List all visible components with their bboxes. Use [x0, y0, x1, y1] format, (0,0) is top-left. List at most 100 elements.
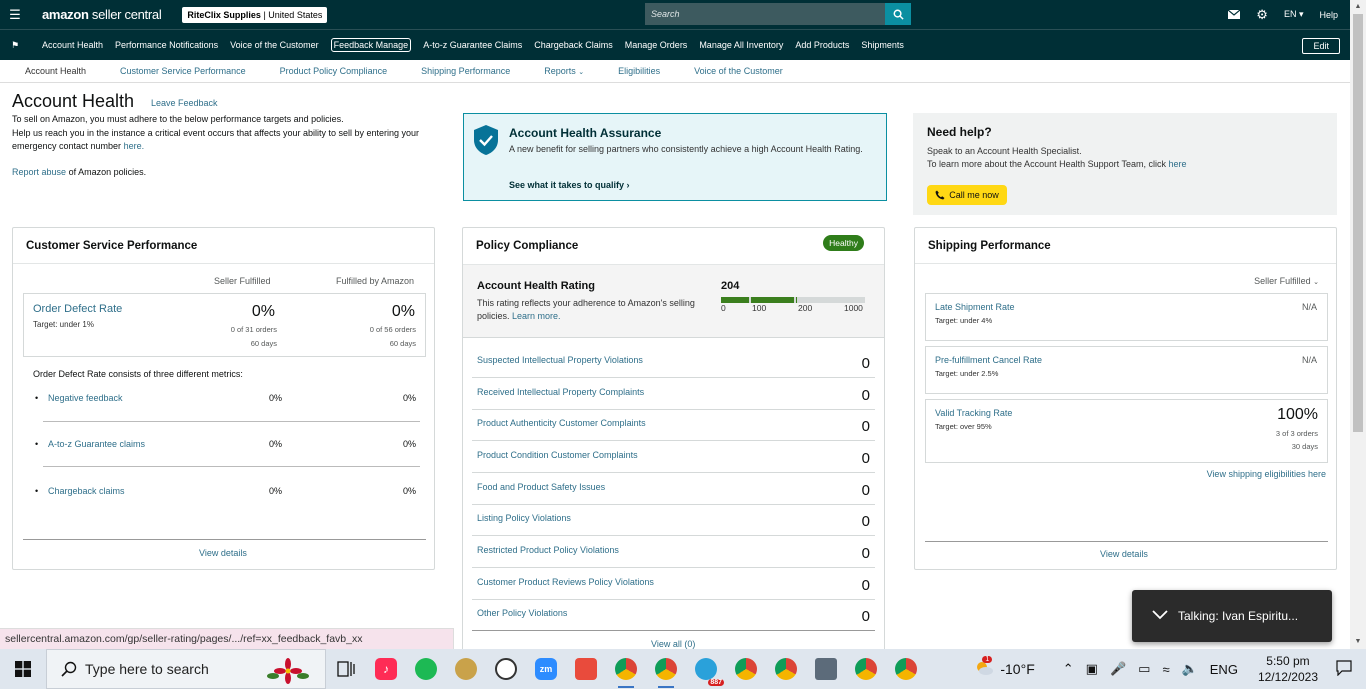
microphone-icon[interactable]: 🎤 [1110, 661, 1126, 677]
suspected-ip-violations-link[interactable]: Suspected Intellectual Property Violatio… [477, 355, 643, 365]
taskbar-search-input[interactable] [77, 661, 247, 677]
wifi-icon[interactable]: ≈ [1162, 662, 1169, 677]
shipping-eligibilities-link[interactable]: View shipping eligibilities here [1207, 469, 1326, 479]
nav-atoz-claims[interactable]: A-to-z Guarantee Claims [423, 40, 522, 50]
tracking-rate-box: Valid Tracking Rate Target: over 95% 100… [925, 399, 1328, 463]
subnav-product-policy[interactable]: Product Policy Compliance [280, 66, 388, 76]
windows-start-icon[interactable] [0, 649, 46, 689]
weather-icon[interactable]: 1 [974, 655, 994, 679]
taskbar-search[interactable] [46, 649, 326, 689]
view-all-link[interactable]: View all (0) [651, 639, 695, 649]
learn-more-link[interactable]: Learn more. [512, 311, 561, 321]
valid-tracking-rate-link[interactable]: Valid Tracking Rate [935, 408, 1012, 418]
call-me-now-button[interactable]: Call me now [927, 185, 1007, 205]
policy-count: 0 [861, 513, 870, 530]
csp-view-details-link[interactable]: View details [199, 548, 247, 558]
ahr-tick: 1000 [844, 303, 863, 313]
condition-complaints-link[interactable]: Product Condition Customer Complaints [477, 450, 638, 460]
emergency-contact-link[interactable]: here. [124, 141, 145, 151]
reviews-policy-violations-link[interactable]: Customer Product Reviews Policy Violatio… [477, 577, 654, 587]
chrome-profile-icon[interactable] [726, 649, 766, 689]
nav-manage-orders[interactable]: Manage Orders [625, 40, 688, 50]
negative-feedback-link[interactable]: Negative feedback [48, 393, 123, 403]
calculator-icon[interactable] [806, 649, 846, 689]
odr-link[interactable]: Order Defect Rate [33, 303, 122, 315]
received-ip-complaints-link[interactable]: Received Intellectual Property Complaint… [477, 387, 644, 397]
search-button[interactable] [885, 3, 911, 25]
search-input[interactable] [645, 9, 885, 19]
subnav-eligibilities[interactable]: Eligibilities [618, 66, 660, 76]
nav-feedback-manager[interactable]: Feedback Manage [330, 38, 412, 52]
mail-icon[interactable] [1228, 10, 1241, 19]
food-safety-issues-link[interactable]: Food and Product Safety Issues [477, 482, 605, 492]
language-label: EN [1283, 9, 1297, 19]
subnav-shipping[interactable]: Shipping Performance [421, 66, 510, 76]
windows-taskbar: ♪ zm 887 1 -10°F ⌃ ▣ 🎤 ▭ ≈ 🔈 ENG 5:50 pm… [0, 649, 1366, 689]
call-notification[interactable]: Talking: Ivan Espiritu... [1132, 590, 1332, 642]
leave-feedback-link[interactable]: Leave Feedback [151, 98, 218, 108]
nav-account-health[interactable]: Account Health [42, 40, 103, 50]
chrome-profile-icon[interactable] [846, 649, 886, 689]
notification-icon[interactable] [1336, 659, 1352, 679]
menu-icon[interactable]: ☰ [0, 0, 30, 29]
restricted-product-violations-link[interactable]: Restricted Product Policy Violations [477, 545, 619, 555]
page-scrollbar[interactable]: ▲ ▼ [1350, 0, 1366, 649]
policy-row: Food and Product Safety Issues 0 [463, 473, 884, 505]
nav-shipments[interactable]: Shipments [861, 40, 904, 50]
listing-policy-violations-link[interactable]: Listing Policy Violations [477, 513, 571, 523]
zoom-icon[interactable]: zm [526, 649, 566, 689]
subnav-voice-of-customer[interactable]: Voice of the Customer [694, 66, 783, 76]
report-abuse-link[interactable]: Report abuse [12, 167, 66, 177]
clock[interactable]: 5:50 pm 12/12/2023 [1258, 653, 1318, 685]
shipping-view-details-link[interactable]: View details [1100, 549, 1148, 559]
chargeback-claims-link[interactable]: Chargeback claims [48, 486, 125, 496]
qualify-link[interactable]: See what it takes to qualify › [509, 180, 630, 190]
input-language[interactable]: ENG [1210, 662, 1238, 677]
task-view-icon[interactable] [326, 649, 366, 689]
scrollbar-thumb[interactable] [1353, 14, 1363, 432]
chevron-up-icon[interactable]: ⌃ [1063, 661, 1074, 677]
support-team-link[interactable]: here [1168, 159, 1186, 169]
subnav-reports[interactable]: Reports ⌄ [544, 66, 584, 76]
scroll-up-arrow-icon[interactable]: ▲ [1350, 0, 1366, 14]
fulfillment-filter-dropdown[interactable]: Seller Fulfilled ⌄ [1254, 276, 1319, 286]
other-policy-violations-link[interactable]: Other Policy Violations [477, 608, 567, 618]
chrome-profile-icon[interactable] [766, 649, 806, 689]
nav-performance-notifications[interactable]: Performance Notifications [115, 40, 218, 50]
game-app-icon[interactable] [446, 649, 486, 689]
paint-icon[interactable] [566, 649, 606, 689]
late-shipment-rate-link[interactable]: Late Shipment Rate [935, 302, 1015, 312]
help-link[interactable]: Help [1319, 10, 1338, 20]
chrome-profile-icon[interactable] [646, 649, 686, 689]
subnav-account-health[interactable]: Account Health [25, 66, 86, 76]
edit-nav-button[interactable]: Edit [1302, 38, 1340, 54]
bookmark-icon[interactable]: ⚑ [0, 40, 30, 51]
chrome-profile-icon[interactable] [886, 649, 926, 689]
language-selector[interactable]: EN ▾ [1284, 9, 1304, 20]
store-switcher[interactable]: RiteClix Supplies | United States [182, 6, 328, 23]
atoz-claims-link[interactable]: A-to-z Guarantee claims [48, 439, 145, 449]
scroll-down-arrow-icon[interactable]: ▼ [1350, 635, 1366, 649]
spotify-icon[interactable] [406, 649, 446, 689]
battery-icon[interactable]: ▭ [1138, 661, 1150, 677]
seller-central-logo[interactable]: amazon seller central [42, 7, 162, 22]
nav-voice-of-customer[interactable]: Voice of the Customer [230, 40, 319, 50]
nav-chargeback-claims[interactable]: Chargeback Claims [534, 40, 613, 50]
speaker-icon[interactable]: 🔈 [1182, 661, 1198, 677]
nav-manage-inventory[interactable]: Manage All Inventory [699, 40, 783, 50]
chevron-down-icon[interactable] [1152, 609, 1168, 623]
gear-icon[interactable]: ⚙ [1256, 7, 1268, 23]
telegram-icon[interactable]: 887 [686, 649, 726, 689]
chrome-profile-icon[interactable] [606, 649, 646, 689]
authenticity-complaints-link[interactable]: Product Authenticity Customer Complaints [477, 418, 646, 428]
meet-now-icon[interactable]: ▣ [1086, 661, 1098, 677]
cancel-rate-link[interactable]: Pre-fulfillment Cancel Rate [935, 355, 1042, 365]
nav-add-products[interactable]: Add Products [795, 40, 849, 50]
policy-count: 0 [861, 545, 870, 562]
tiktok-icon[interactable]: ♪ [366, 649, 406, 689]
subnav-customer-service[interactable]: Customer Service Performance [120, 66, 246, 76]
metric-fba-value: 0% [403, 486, 417, 496]
clock-app-icon[interactable] [486, 649, 526, 689]
ahr-tick: 0 [721, 303, 726, 313]
divider [23, 539, 426, 540]
